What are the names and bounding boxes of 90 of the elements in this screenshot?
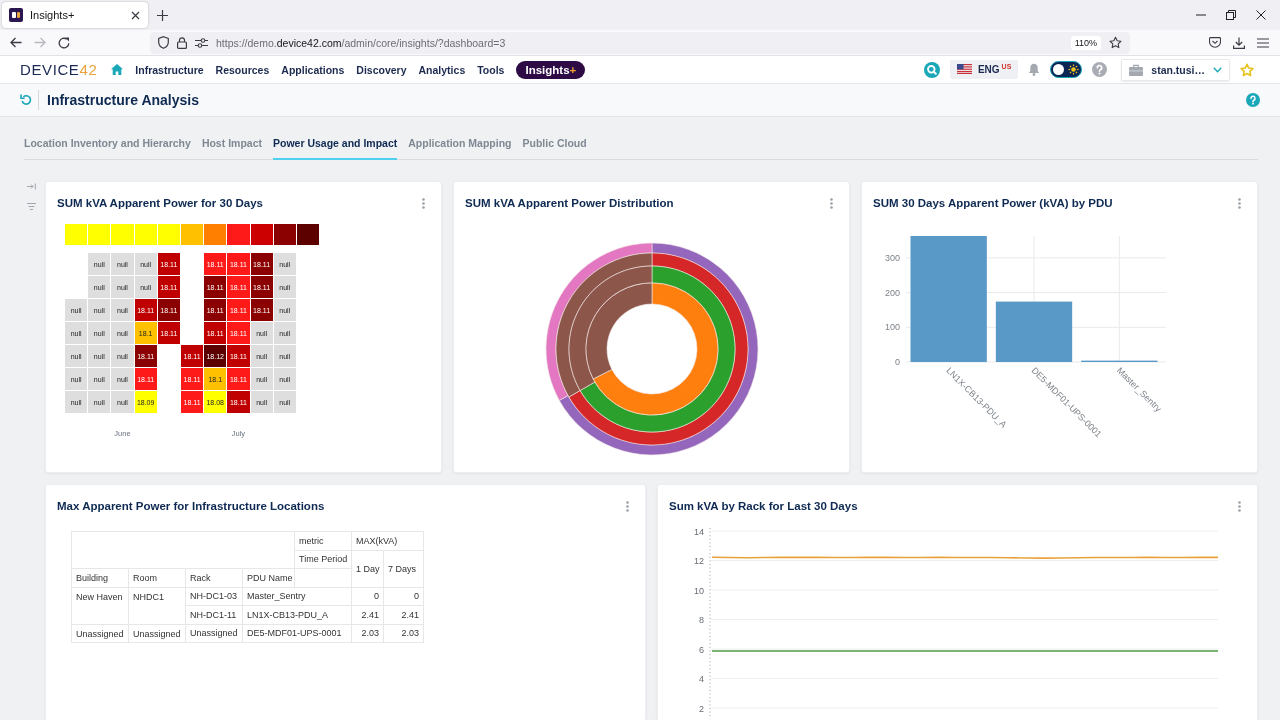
nav-link[interactable]: Applications [281,60,345,79]
sliders-icon[interactable] [195,37,208,48]
sun-icon [1068,64,1080,75]
table-cell: 2.41 [383,605,424,624]
page-title: Infrastructure Analysis [47,92,199,108]
table-cell: DE5-MDF01-UPS-0001 [242,624,352,643]
table-cell: LN1X-CB13-PDU_A [242,605,352,624]
table-header-cell: Building [71,568,129,587]
table-cell: 0 [383,587,424,606]
plus-icon[interactable] [157,9,168,21]
table-header-cell: Rack [185,568,243,587]
nav-link[interactable]: Infrastructure [135,60,204,79]
collapse-icon[interactable] [26,183,36,190]
table-header-cell: PDU Name [242,568,295,587]
table-cell: Unassigned [71,624,129,643]
y-tick-label: 300 [884,252,900,263]
card-title: SUM kVA Apparent Power for 30 Days [57,196,263,211]
card-title: SUM kVA Apparent Power Distribution [465,196,674,211]
search-icon[interactable] [923,61,940,78]
zoom-level-button[interactable]: 110% [1070,35,1101,50]
table-header-cell: 7 Days [383,550,424,587]
table-cell: Unassigned [128,624,186,643]
flag-icon [956,64,972,75]
close-icon[interactable] [1256,10,1266,20]
table-header-cell: Room [128,568,186,587]
card-title: Sum kVA by Rack for Last 30 Days [669,499,858,514]
kebab-menu-icon[interactable] [830,197,833,209]
y-tick-label: 14 [694,526,704,537]
y-tick-label: 100 [884,322,900,333]
user-menu-button[interactable]: stan.tusi… [1121,58,1230,81]
y-tick-label: 10 [694,585,704,596]
table-cell: Master_Sentry [242,587,352,606]
help-icon[interactable] [1246,93,1260,107]
table-cell: 0 [351,587,384,606]
download-icon[interactable] [1233,36,1245,49]
close-icon[interactable] [131,10,140,20]
nav-link[interactable]: Tools [477,60,505,79]
help-icon[interactable] [1092,62,1108,77]
refresh-icon[interactable] [20,94,32,106]
table-cell: 2.41 [351,605,384,624]
lock-icon[interactable] [177,36,187,49]
table-header-cell: metric [294,531,352,550]
address-bar[interactable]: https://demo.device42.com/admin/core/insights/?dashboard=3 110% [150,31,1130,54]
kebab-menu-icon[interactable] [1238,500,1241,512]
nav-link[interactable]: Discovery [356,60,407,79]
bell-icon[interactable] [1028,63,1041,76]
y-tick-label: 6 [699,644,704,655]
nav-link[interactable]: Analytics [418,60,466,79]
table-cell: NH-DC1-03 [185,587,243,606]
forward-arrow-icon[interactable] [34,37,46,48]
y-tick-label: 0 [895,357,900,367]
table-cell: NHDC1 [128,587,186,624]
card-title: Max Apparent Power for Infrastructure Locations [57,499,325,514]
theme-toggle[interactable] [1050,61,1083,78]
home-icon[interactable] [111,64,124,75]
language-selector[interactable]: ENG $^{US}$ [949,60,1019,79]
chevron-badge-icon[interactable] [1209,37,1221,48]
nav-link[interactable]: Insights+ [516,60,586,79]
kebab-menu-icon[interactable] [1238,197,1241,209]
briefcase-icon [1129,63,1144,76]
reload-icon[interactable] [58,36,70,49]
tab[interactable]: Power Usage and Impact [272,137,398,160]
table-header-cell: 1 Day [351,550,384,587]
table-cell: NH-DC1-11 [185,605,243,624]
table-cell: New Haven [71,587,129,624]
favicon-icon [9,8,23,22]
back-arrow-icon[interactable] [10,37,22,48]
chevron-down-icon [1213,66,1222,73]
table-header-cell: Time Period [294,550,352,569]
y-tick-label: 2 [699,703,704,714]
table-cell: 2.03 [351,624,384,643]
star-icon[interactable] [1109,36,1122,49]
y-tick-label: 8 [699,615,704,625]
y-tick-label: 12 [694,556,704,566]
y-tick-label: 4 [699,674,704,684]
url-text: https://demo.device42.com/admin/core/insights/?dashboard=3 [216,36,507,49]
shield-icon[interactable] [158,36,169,49]
table-header-cell: MAX(kVA) [351,531,424,550]
menu-icon[interactable] [1257,37,1269,48]
card-title: SUM 30 Days Apparent Power (kVA) by PDU [873,196,1113,211]
kebab-menu-icon[interactable] [422,197,425,209]
restore-icon[interactable] [1226,10,1236,20]
app-logo[interactable]: DEVICE42 [20,61,98,78]
table-cell: 2.03 [383,624,424,643]
filter-icon[interactable] [26,203,36,210]
browser-tab[interactable]: Insights+ [2,2,148,28]
kebab-menu-icon[interactable] [626,500,629,512]
y-tick-label: 200 [884,287,900,298]
table-cell: Unassigned [185,624,243,643]
nav-link[interactable]: Resources [215,60,270,79]
